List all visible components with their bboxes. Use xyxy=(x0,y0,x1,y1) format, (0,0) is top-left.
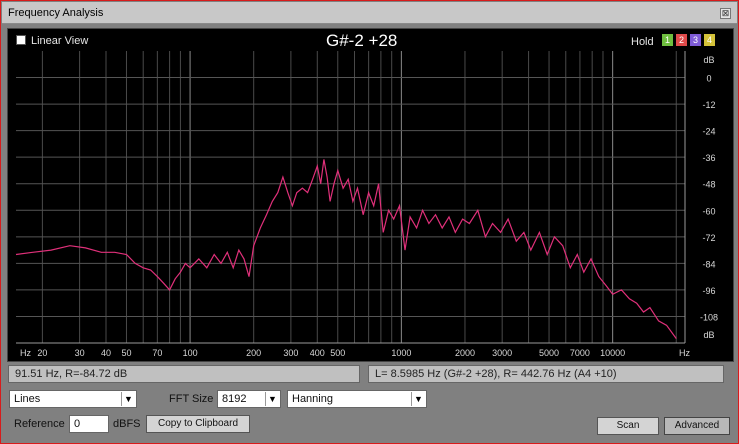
linear-view-checkbox[interactable] xyxy=(16,35,26,45)
y-tick-label: -48 xyxy=(702,180,715,190)
frequency-analysis-window: Frequency Analysis ⊠ 0 -12 -24 -36 -48 -60 -72… xyxy=(0,0,739,444)
x-tick-label: 7000 xyxy=(570,348,590,358)
x-tick-label: 40 xyxy=(101,348,111,358)
linear-view-label: Linear View xyxy=(31,35,89,47)
cursor-readout-right: L= 8.5985 Hz (G#-2 +28), R= 442.76 Hz (A… xyxy=(368,365,724,383)
y-tick-label: -84 xyxy=(702,259,715,269)
hold-button-2[interactable]: 2 xyxy=(676,34,687,46)
spectrum-plot-panel[interactable]: 0 -12 -24 -36 -48 -60 -72 -84 -96 -108 20 30 40 50 70 1… xyxy=(7,28,734,362)
x-tick-label: 10000 xyxy=(600,348,625,358)
spectrum-chart[interactable]: 0 -12 -24 -36 -48 -60 -72 -84 -96 -108 20 30 40 50 70 1… xyxy=(8,29,733,361)
reference-label: Reference xyxy=(14,418,65,430)
y-unit-label-top: dB xyxy=(703,55,714,65)
title-bar[interactable]: Frequency Analysis ⊠ xyxy=(2,2,737,24)
x-unit-label-left: Hz xyxy=(20,348,31,358)
y-tick-label: -72 xyxy=(702,233,715,243)
y-tick-label: -96 xyxy=(702,286,715,296)
chevron-down-icon[interactable]: ▼ xyxy=(265,392,279,406)
y-tick-label: 0 xyxy=(706,74,711,84)
y-tick-label: -36 xyxy=(702,153,715,163)
x-tick-label: 70 xyxy=(152,348,162,358)
chevron-down-icon[interactable]: ▼ xyxy=(121,392,135,406)
display-mode-value: Lines xyxy=(14,393,41,405)
hold-button-4[interactable]: 4 xyxy=(704,34,715,46)
y-tick-label: -24 xyxy=(702,127,715,137)
fft-size-label: FFT Size xyxy=(169,393,214,405)
x-tick-label: 500 xyxy=(330,348,345,358)
y-tick-label: -108 xyxy=(700,312,718,322)
x-tick-label: 20 xyxy=(37,348,47,358)
reference-input[interactable]: 0 xyxy=(69,415,109,433)
x-tick-label: 30 xyxy=(75,348,85,358)
x-tick-label: 3000 xyxy=(492,348,512,358)
x-unit-label-right: Hz xyxy=(679,348,690,358)
x-tick-label: 5000 xyxy=(539,348,559,358)
chevron-down-icon[interactable]: ▼ xyxy=(411,392,425,406)
x-tick-label: 50 xyxy=(121,348,131,358)
x-tick-label: 100 xyxy=(183,348,198,358)
x-tick-label: 400 xyxy=(310,348,325,358)
spectrum-series-line xyxy=(15,159,677,339)
x-tick-label: 200 xyxy=(246,348,261,358)
advanced-button[interactable]: Advanced xyxy=(664,417,730,435)
copy-to-clipboard-button[interactable]: Copy to Clipboard xyxy=(146,415,250,433)
x-tick-label: 300 xyxy=(283,348,298,358)
y-tick-label: -12 xyxy=(702,100,715,110)
window-function-select[interactable]: Hanning ▼ xyxy=(287,390,427,408)
hold-label: Hold xyxy=(631,36,654,48)
fft-size-select[interactable]: 8192 ▼ xyxy=(217,390,281,408)
window-title: Frequency Analysis xyxy=(8,7,104,19)
hold-button-3[interactable]: 3 xyxy=(690,34,701,46)
fft-size-value: 8192 xyxy=(222,393,247,405)
scan-button[interactable]: Scan xyxy=(597,417,659,435)
x-tick-label: 2000 xyxy=(455,348,475,358)
close-icon[interactable]: ⊠ xyxy=(720,8,731,19)
y-tick-label: -60 xyxy=(702,206,715,216)
x-tick-label: 1000 xyxy=(391,348,411,358)
cursor-readout-left: 91.51 Hz, R=-84.72 dB xyxy=(8,365,360,383)
plot-header: Linear View G#-2 +28 Hold 1 2 3 4 xyxy=(8,29,733,51)
y-unit-label-bottom: dB xyxy=(703,330,714,340)
reference-unit: dBFS xyxy=(113,418,141,430)
window-function-value: Hanning xyxy=(292,393,333,405)
detected-note: G#-2 +28 xyxy=(326,31,398,50)
display-mode-select[interactable]: Lines ▼ xyxy=(9,390,137,408)
hold-button-1[interactable]: 1 xyxy=(662,34,673,46)
